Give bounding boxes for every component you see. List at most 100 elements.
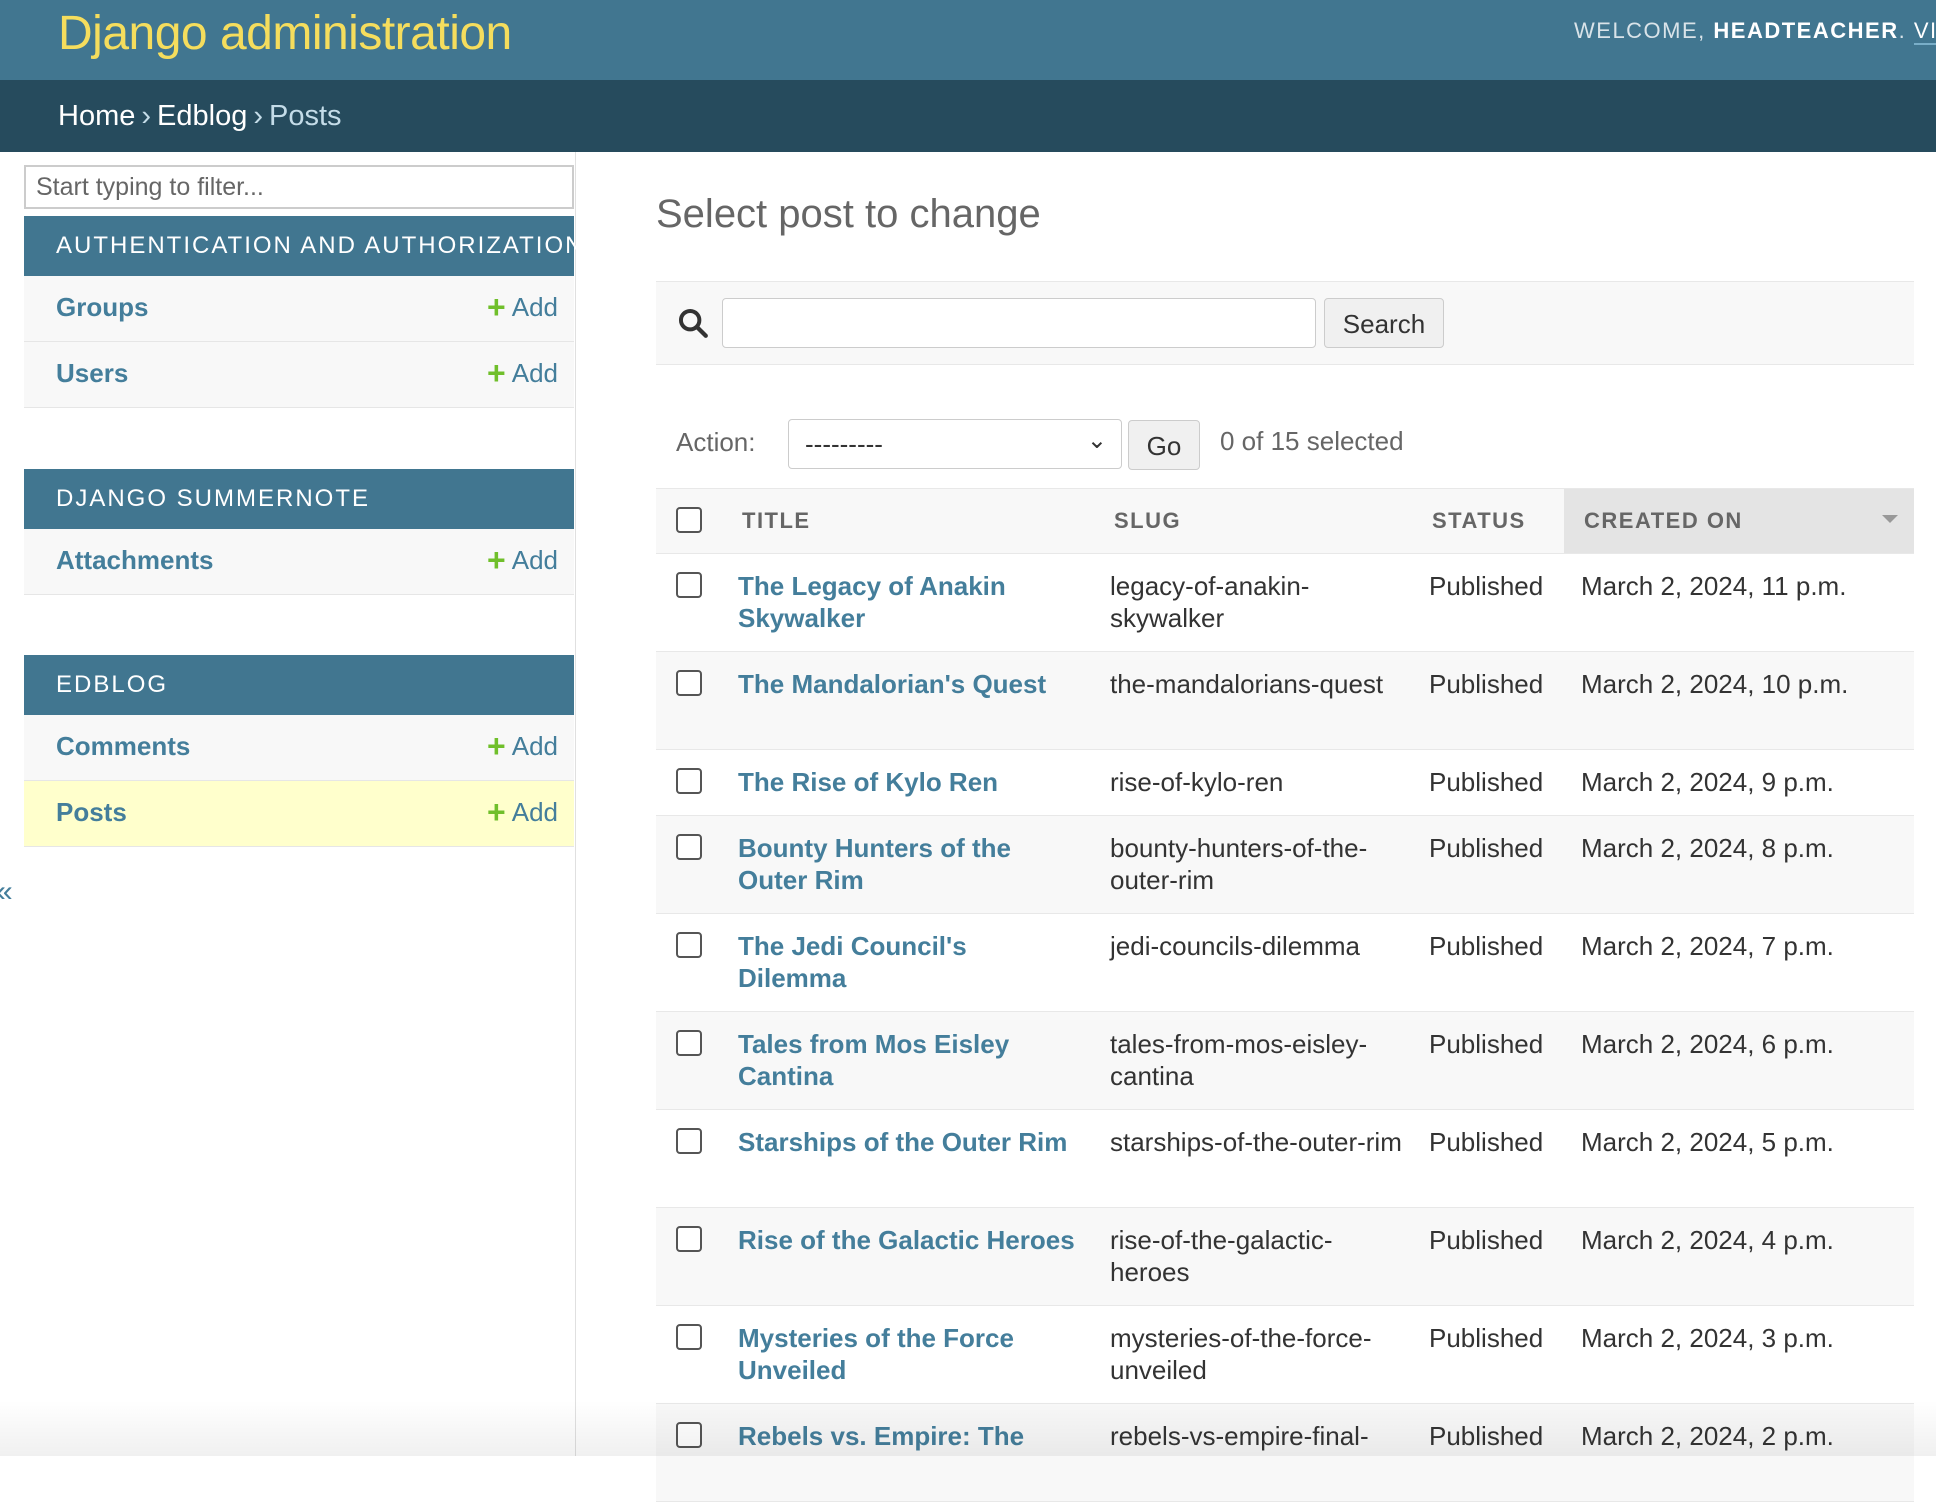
add-attachments-link[interactable]: + Add	[487, 542, 558, 578]
action-select[interactable]: --------- ⌄	[788, 419, 1122, 469]
plus-icon: +	[487, 794, 506, 830]
post-title-link[interactable]: Mysteries of the Force Unveiled	[738, 1322, 1078, 1386]
row-checkbox[interactable]	[676, 1324, 702, 1350]
sort-descending-icon[interactable]	[1882, 515, 1898, 523]
model-link-groups[interactable]: Groups	[56, 292, 148, 323]
row-checkbox[interactable]	[676, 1128, 702, 1154]
sidebar-item-posts: Posts + Add	[24, 781, 574, 847]
toggle-sidebar-button[interactable]: «	[0, 875, 13, 909]
welcome-suffix: .	[1898, 18, 1914, 43]
app-header-edblog[interactable]: EDBLOG	[24, 655, 574, 715]
post-slug: tales-from-mos-eisley-cantina	[1110, 1029, 1368, 1091]
sidebar-item-comments: Comments + Add	[24, 715, 574, 781]
action-selected-option: ---------	[805, 429, 883, 459]
view-site-link[interactable]: VIEW SITE	[1913, 18, 1936, 45]
breadcrumb-current: Posts	[269, 100, 342, 132]
post-created-on: March 2, 2024, 10 p.m.	[1581, 669, 1849, 699]
table-row: Mysteries of the Force Unveiled mysterie…	[656, 1306, 1914, 1404]
table-row: Tales from Mos Eisley Cantina tales-from…	[656, 1012, 1914, 1110]
row-checkbox[interactable]	[676, 834, 702, 860]
post-title-link[interactable]: Rise of the Galactic Heroes	[738, 1224, 1078, 1256]
breadcrumb-separator: ›	[253, 100, 264, 132]
results-table: TITLE SLUG STATUS CREATED ON The Legacy …	[656, 488, 1914, 1502]
app-header-summernote[interactable]: DJANGO SUMMERNOTE	[24, 469, 574, 529]
post-created-on: March 2, 2024, 5 p.m.	[1581, 1127, 1834, 1157]
breadcrumb: Home › Edblog › Posts	[0, 80, 1936, 152]
post-created-on: March 2, 2024, 8 p.m.	[1581, 833, 1834, 863]
row-checkbox[interactable]	[676, 1030, 702, 1056]
add-groups-link[interactable]: + Add	[487, 289, 558, 325]
add-comments-link[interactable]: + Add	[487, 730, 558, 762]
page-title: Select post to change	[656, 192, 1041, 236]
post-title-link[interactable]: The Legacy of Anakin Skywalker	[738, 570, 1078, 634]
user-tools: WELCOME, HEADTEACHER. VIEW SITE	[1574, 18, 1936, 45]
sidebar-item-attachments: Attachments + Add	[24, 529, 574, 595]
post-title-link[interactable]: The Rise of Kylo Ren	[738, 766, 1078, 798]
post-created-on: March 2, 2024, 9 p.m.	[1581, 767, 1834, 797]
column-header-status[interactable]: STATUS	[1416, 489, 1562, 553]
model-link-attachments[interactable]: Attachments	[56, 545, 213, 576]
nav-filter-input[interactable]	[24, 165, 574, 209]
column-header-slug[interactable]: SLUG	[1098, 489, 1398, 553]
post-title-link[interactable]: Tales from Mos Eisley Cantina	[738, 1028, 1078, 1092]
post-title-link[interactable]: Bounty Hunters of the Outer Rim	[738, 832, 1078, 896]
site-branding[interactable]: Django administration	[58, 6, 512, 61]
column-header-title[interactable]: TITLE	[726, 489, 1096, 553]
search-toolbar: Search	[656, 281, 1914, 365]
add-label: Add	[511, 358, 558, 388]
search-button[interactable]: Search	[1324, 298, 1444, 348]
plus-icon: +	[487, 542, 506, 578]
add-label: Add	[511, 545, 558, 575]
add-users-link[interactable]: + Add	[487, 355, 558, 391]
actions-bar: Action: --------- ⌄ Go 0 of 15 selected	[656, 412, 1914, 484]
post-created-on: March 2, 2024, 6 p.m.	[1581, 1029, 1834, 1059]
post-slug: the-mandalorians-quest	[1110, 669, 1384, 699]
go-button[interactable]: Go	[1128, 420, 1200, 470]
post-slug: legacy-of-anakin-skywalker	[1110, 571, 1310, 633]
plus-icon: +	[487, 355, 506, 391]
plus-icon: +	[487, 289, 506, 325]
breadcrumb-home[interactable]: Home	[58, 100, 135, 132]
table-row: Bounty Hunters of the Outer Rim bounty-h…	[656, 816, 1914, 914]
post-title-link[interactable]: Starships of the Outer Rim	[738, 1126, 1078, 1158]
post-created-on: March 2, 2024, 3 p.m.	[1581, 1323, 1834, 1353]
post-status: Published	[1429, 931, 1544, 961]
search-input[interactable]	[722, 298, 1316, 348]
table-row: The Rise of Kylo Ren rise-of-kylo-ren Pu…	[656, 750, 1914, 816]
post-slug: rise-of-kylo-ren	[1110, 767, 1284, 797]
breadcrumb-edblog[interactable]: Edblog	[157, 100, 247, 132]
model-link-posts[interactable]: Posts	[56, 797, 127, 828]
nav-sidebar: AUTHENTICATION AND AUTHORIZATION Groups …	[0, 152, 582, 1456]
table-row: The Jedi Council's Dilemma jedi-councils…	[656, 914, 1914, 1012]
row-checkbox[interactable]	[676, 670, 702, 696]
model-link-users[interactable]: Users	[56, 358, 128, 389]
row-checkbox[interactable]	[676, 768, 702, 794]
add-label: Add	[511, 292, 558, 322]
app-header-auth[interactable]: AUTHENTICATION AND AUTHORIZATION	[24, 216, 582, 276]
post-status: Published	[1429, 1421, 1544, 1451]
post-title-link[interactable]: The Jedi Council's Dilemma	[738, 930, 1078, 994]
table-row: Starships of the Outer Rim starships-of-…	[656, 1110, 1914, 1208]
model-link-comments[interactable]: Comments	[56, 731, 190, 762]
post-slug: starships-of-the-outer-rim	[1110, 1127, 1402, 1157]
post-status: Published	[1429, 571, 1544, 601]
select-all-checkbox[interactable]	[676, 507, 702, 533]
row-checkbox[interactable]	[676, 572, 702, 598]
add-posts-link[interactable]: + Add	[487, 794, 558, 830]
post-slug: rise-of-the-galactic-heroes	[1110, 1225, 1333, 1287]
sidebar-item-users: Users + Add	[24, 342, 574, 408]
table-row: The Mandalorian's Quest the-mandalorians…	[656, 652, 1914, 750]
post-slug: bounty-hunters-of-the-outer-rim	[1110, 833, 1368, 895]
chevron-down-icon: ⌄	[1086, 427, 1107, 454]
post-created-on: March 2, 2024, 2 p.m.	[1581, 1421, 1834, 1451]
sidebar-item-groups: Groups + Add	[24, 276, 574, 342]
table-row: The Legacy of Anakin Skywalker legacy-of…	[656, 554, 1914, 652]
post-slug: mysteries-of-the-force-unveiled	[1110, 1323, 1372, 1385]
post-created-on: March 2, 2024, 4 p.m.	[1581, 1225, 1834, 1255]
post-title-link[interactable]: Rebels vs. Empire: The	[738, 1420, 1078, 1452]
column-header-created-on[interactable]: CREATED ON	[1564, 489, 1914, 553]
row-checkbox[interactable]	[676, 1422, 702, 1448]
post-title-link[interactable]: The Mandalorian's Quest	[738, 668, 1078, 700]
row-checkbox[interactable]	[676, 1226, 702, 1252]
row-checkbox[interactable]	[676, 932, 702, 958]
